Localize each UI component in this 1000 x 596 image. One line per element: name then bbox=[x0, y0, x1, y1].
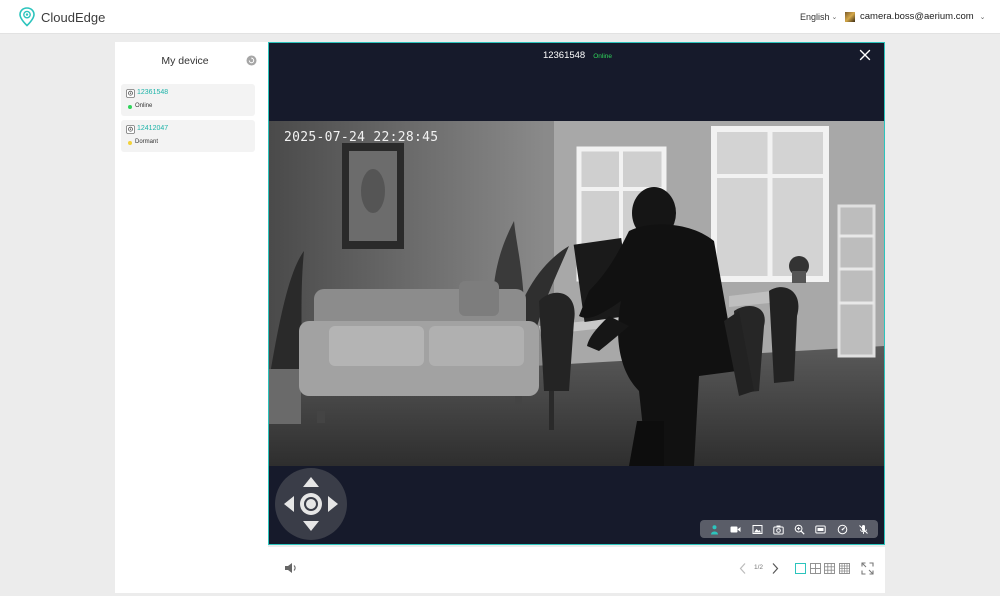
gallery-icon[interactable] bbox=[752, 524, 763, 535]
language-select[interactable]: English ⌄ bbox=[800, 12, 837, 22]
camera-icon bbox=[126, 125, 135, 134]
3x3-layout-icon[interactable] bbox=[824, 563, 835, 574]
record-icon[interactable] bbox=[730, 524, 741, 535]
4x4-layout-icon[interactable] bbox=[839, 563, 850, 574]
device-sidebar: My device 12361548 Online 12412047 Dorma… bbox=[115, 42, 268, 593]
dormant-status-dot bbox=[128, 141, 132, 145]
speed-icon[interactable] bbox=[837, 524, 848, 535]
chevron-left-icon[interactable] bbox=[738, 562, 748, 575]
top-bar: CloudEdge English ⌄ camera.boss@aerium.c… bbox=[0, 0, 1000, 34]
device-id: 12361548 bbox=[137, 89, 169, 96]
hd-icon[interactable] bbox=[815, 524, 827, 535]
live-view-header: 12361548 Online bbox=[269, 50, 886, 61]
ptz-direction-icon bbox=[284, 477, 338, 531]
language-label: English bbox=[800, 12, 830, 22]
player-controls: 1/2 bbox=[268, 547, 885, 593]
camera-icon bbox=[126, 89, 135, 98]
close-icon[interactable] bbox=[859, 49, 871, 61]
ptz-joystick[interactable] bbox=[275, 468, 347, 540]
mic-off-icon[interactable] bbox=[858, 524, 869, 535]
refresh-icon[interactable] bbox=[246, 55, 257, 66]
camera-feed-image bbox=[269, 121, 884, 466]
chevron-right-icon[interactable] bbox=[770, 562, 780, 575]
location-pin-icon bbox=[19, 7, 35, 27]
live-view-panel: 12361548 Online 2025-07-24 22:28:45 bbox=[268, 42, 885, 545]
page-indicator: 1/2 bbox=[754, 564, 764, 571]
cloudedge-logo[interactable]: CloudEdge bbox=[18, 7, 105, 27]
snapshot-icon[interactable] bbox=[773, 524, 784, 535]
chevron-down-icon: ⌄ bbox=[979, 13, 986, 21]
1x1-layout-icon[interactable] bbox=[795, 563, 806, 574]
device-item-12412047[interactable]: 12412047 Dormant bbox=[121, 120, 255, 152]
live-device-id: 12361548 bbox=[542, 50, 586, 61]
ptz-person-icon[interactable] bbox=[709, 524, 720, 535]
user-menu[interactable]: camera.boss@aerium.com ⌄ bbox=[845, 11, 986, 22]
sidebar-title: My device bbox=[161, 55, 209, 67]
live-status: Online bbox=[593, 53, 613, 60]
user-email: camera.boss@aerium.com bbox=[860, 11, 974, 22]
device-item-12361548[interactable]: 12361548 Online bbox=[121, 84, 255, 116]
chevron-down-icon: ⌄ bbox=[831, 14, 838, 21]
2x2-layout-icon[interactable] bbox=[810, 563, 821, 574]
app-name: CloudEdge bbox=[41, 9, 106, 25]
video-toolbar bbox=[700, 520, 878, 538]
camera-feed[interactable]: 2025-07-24 22:28:45 bbox=[269, 121, 884, 466]
zoom-icon[interactable] bbox=[794, 524, 805, 535]
device-status: Online bbox=[135, 103, 153, 109]
device-status: Dormant bbox=[135, 139, 159, 145]
avatar bbox=[845, 11, 855, 22]
video-timestamp: 2025-07-24 22:28:45 bbox=[284, 130, 439, 145]
volume-icon[interactable] bbox=[284, 562, 298, 574]
device-id: 12412047 bbox=[137, 125, 169, 132]
online-status-dot bbox=[128, 105, 132, 109]
fullscreen-icon[interactable] bbox=[861, 562, 874, 575]
